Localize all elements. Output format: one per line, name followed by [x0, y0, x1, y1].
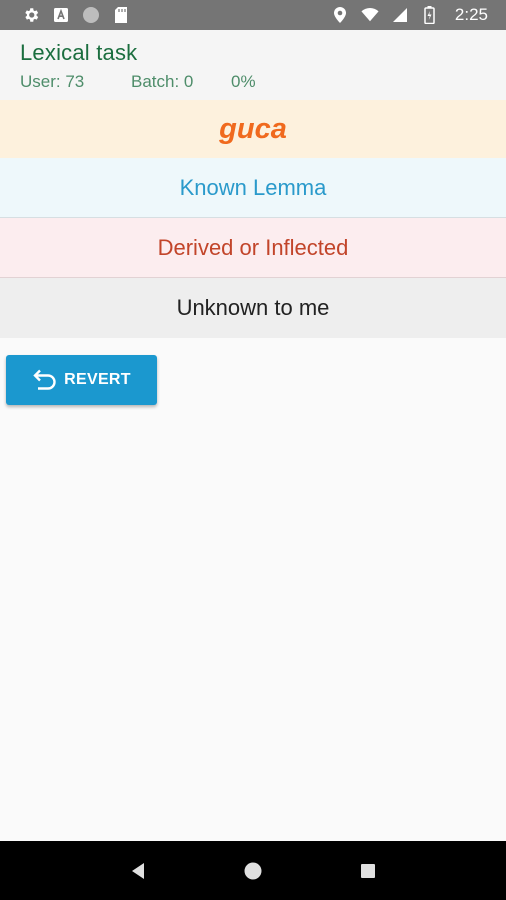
navigation-bar	[0, 841, 506, 900]
wifi-icon	[361, 6, 379, 24]
home-icon[interactable]	[241, 859, 265, 883]
current-word: guca	[219, 112, 287, 145]
back-icon[interactable]	[126, 859, 150, 883]
cell-signal-icon	[391, 6, 409, 24]
derived-inflected-button[interactable]: Derived or Inflected	[0, 218, 506, 278]
unknown-button[interactable]: Unknown to me	[0, 278, 506, 338]
circle-icon	[82, 6, 100, 24]
gear-icon	[22, 6, 40, 24]
undo-icon	[32, 369, 58, 391]
battery-icon	[421, 6, 439, 24]
status-left	[22, 6, 130, 24]
font-download-icon	[52, 6, 70, 24]
status-bar: 2:25	[0, 0, 506, 30]
batch-stat: Batch: 0	[131, 72, 194, 91]
unknown-label: Unknown to me	[176, 295, 330, 320]
status-right: 2:25	[331, 5, 488, 25]
location-icon	[331, 6, 349, 24]
revert-label: REVERT	[64, 371, 131, 388]
word-band: guca	[0, 100, 506, 158]
derived-inflected-label: Derived or Inflected	[157, 234, 349, 260]
user-stat: User: 73	[20, 72, 85, 91]
app-header: Lexical task User: 73 Batch: 0 0%	[0, 30, 506, 100]
page-title: Lexical task	[20, 40, 138, 65]
stats-row: User: 73 Batch: 0 0%	[20, 72, 506, 92]
progress-stat: 0%	[231, 72, 256, 91]
status-time: 2:25	[454, 5, 488, 24]
sd-card-icon	[112, 6, 130, 24]
known-lemma-button[interactable]: Known Lemma	[0, 158, 506, 218]
revert-button[interactable]: REVERT	[6, 355, 157, 405]
recents-icon[interactable]	[356, 859, 380, 883]
known-lemma-label: Known Lemma	[179, 174, 327, 200]
